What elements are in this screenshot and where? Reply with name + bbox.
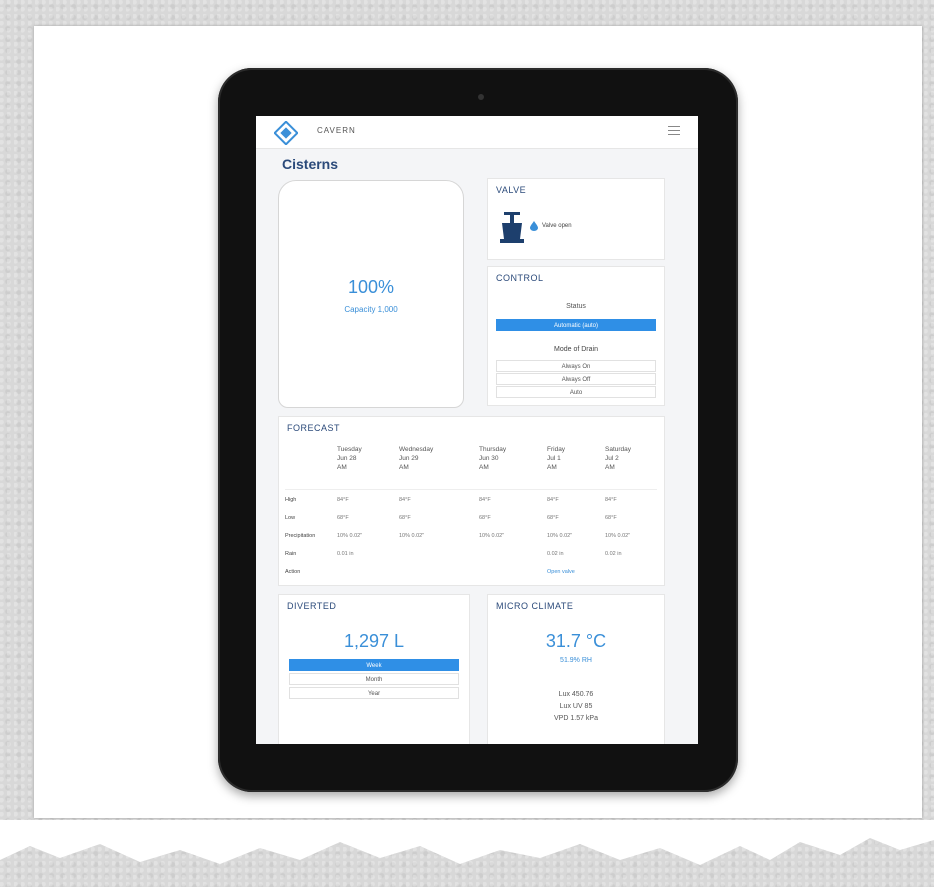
- top-bar: CAVERN: [256, 116, 698, 149]
- forecast-cell: 0.02 in: [605, 551, 622, 557]
- forecast-cell: 68°F: [337, 515, 349, 521]
- forecast-cell: 84°F: [337, 497, 349, 503]
- forecast-cell: 10% 0.02": [337, 533, 363, 539]
- control-option-active[interactable]: Automatic (auto): [496, 319, 656, 331]
- diverted-card: DIVERTED 1,297 L Week Month Year: [278, 594, 470, 744]
- forecast-card: FORECAST Tuesday Jun 28 AM Wednesday Jun 29…: [278, 416, 665, 586]
- forecast-cell: 84°F: [605, 497, 617, 503]
- forecast-action-link[interactable]: Open valve: [547, 569, 575, 575]
- temperature-value: 31.7 °C: [545, 631, 607, 651]
- diverted-value: 1,297 L: [343, 631, 405, 651]
- diverted-option[interactable]: Year: [289, 687, 459, 699]
- forecast-cell: 84°F: [399, 497, 411, 503]
- valve-status: Valve open: [542, 223, 572, 229]
- forecast-cell: 0.01 in: [337, 551, 354, 557]
- control-mode-label: Mode of Drain: [554, 346, 598, 353]
- control-option[interactable]: Auto: [496, 386, 656, 398]
- control-option[interactable]: Always On: [496, 360, 656, 372]
- forecast-day-header: Tuesday Jun 28 AM: [337, 446, 362, 471]
- diverted-title: DIVERTED: [287, 601, 337, 611]
- tablet-screen: CAVERN Cisterns 100% Capacity 1,000 VALV…: [256, 116, 698, 744]
- forecast-divider: [285, 489, 657, 490]
- forecast-cell: 10% 0.02": [605, 533, 631, 539]
- cistern-tank[interactable]: 100% Capacity 1,000: [278, 180, 464, 408]
- forecast-day-header: Thursday Jun 30 AM: [479, 446, 507, 471]
- forecast-cell: 84°F: [479, 497, 491, 503]
- humidity-value: 51.9% RH: [560, 657, 592, 664]
- control-option[interactable]: Always Off: [496, 373, 656, 385]
- control-status-label: Status: [566, 303, 586, 310]
- micro-climate-line: VPD 1.57 kPa: [554, 715, 598, 722]
- micro-climate-title: MICRO CLIMATE: [496, 601, 574, 611]
- forecast-day-header: Friday Jul 1 AM: [547, 446, 566, 471]
- page-title: Cisterns: [282, 156, 339, 172]
- forecast-row-label: High: [285, 497, 297, 503]
- hamburger-menu-icon[interactable]: [668, 126, 680, 136]
- control-title: CONTROL: [496, 273, 544, 283]
- forecast-row-label: Low: [285, 515, 296, 521]
- valve-icon[interactable]: [498, 209, 526, 245]
- forecast-row-label: Action: [285, 569, 301, 575]
- micro-climate-line: Lux UV 85: [559, 703, 593, 710]
- micro-climate-card: MICRO CLIMATE 31.7 °C 51.9% RH Lux 450.7…: [487, 594, 665, 744]
- forecast-cell: 10% 0.02": [479, 533, 505, 539]
- forecast-row-label: Rain: [285, 551, 297, 557]
- tablet-device: CAVERN Cisterns 100% Capacity 1,000 VALV…: [218, 68, 738, 792]
- control-card: CONTROL Status Automatic (auto) Mode of …: [487, 266, 665, 406]
- torn-paper-edge: [0, 820, 934, 865]
- forecast-cell: 0.02 in: [547, 551, 564, 557]
- diverted-option[interactable]: Month: [289, 673, 459, 685]
- forecast-title: FORECAST: [287, 423, 341, 433]
- logo-icon[interactable]: [274, 121, 298, 145]
- valve-card: VALVE Valve open: [487, 178, 665, 260]
- forecast-row-label: Precipitation: [285, 533, 316, 539]
- forecast-cell: 84°F: [547, 497, 559, 503]
- cistern-percent: 100%: [347, 277, 395, 297]
- forecast-cell: 10% 0.02": [547, 533, 573, 539]
- forecast-cell: 10% 0.02": [399, 533, 425, 539]
- brand-name: CAVERN: [317, 126, 356, 135]
- forecast-day-header: Wednesday Jun 29 AM: [399, 446, 434, 471]
- cistern-capacity: Capacity 1,000: [344, 305, 398, 314]
- camera-icon: [478, 94, 484, 100]
- diverted-option-active[interactable]: Week: [289, 659, 459, 671]
- forecast-cell: 68°F: [479, 515, 491, 521]
- forecast-cell: 68°F: [547, 515, 559, 521]
- forecast-cell: 68°F: [605, 515, 617, 521]
- micro-climate-line: Lux 450.76: [558, 691, 594, 698]
- valve-title: VALVE: [496, 185, 527, 195]
- forecast-day-header: Saturday Jul 2 AM: [605, 446, 632, 471]
- forecast-cell: 68°F: [399, 515, 411, 521]
- water-drop-icon: [530, 221, 538, 231]
